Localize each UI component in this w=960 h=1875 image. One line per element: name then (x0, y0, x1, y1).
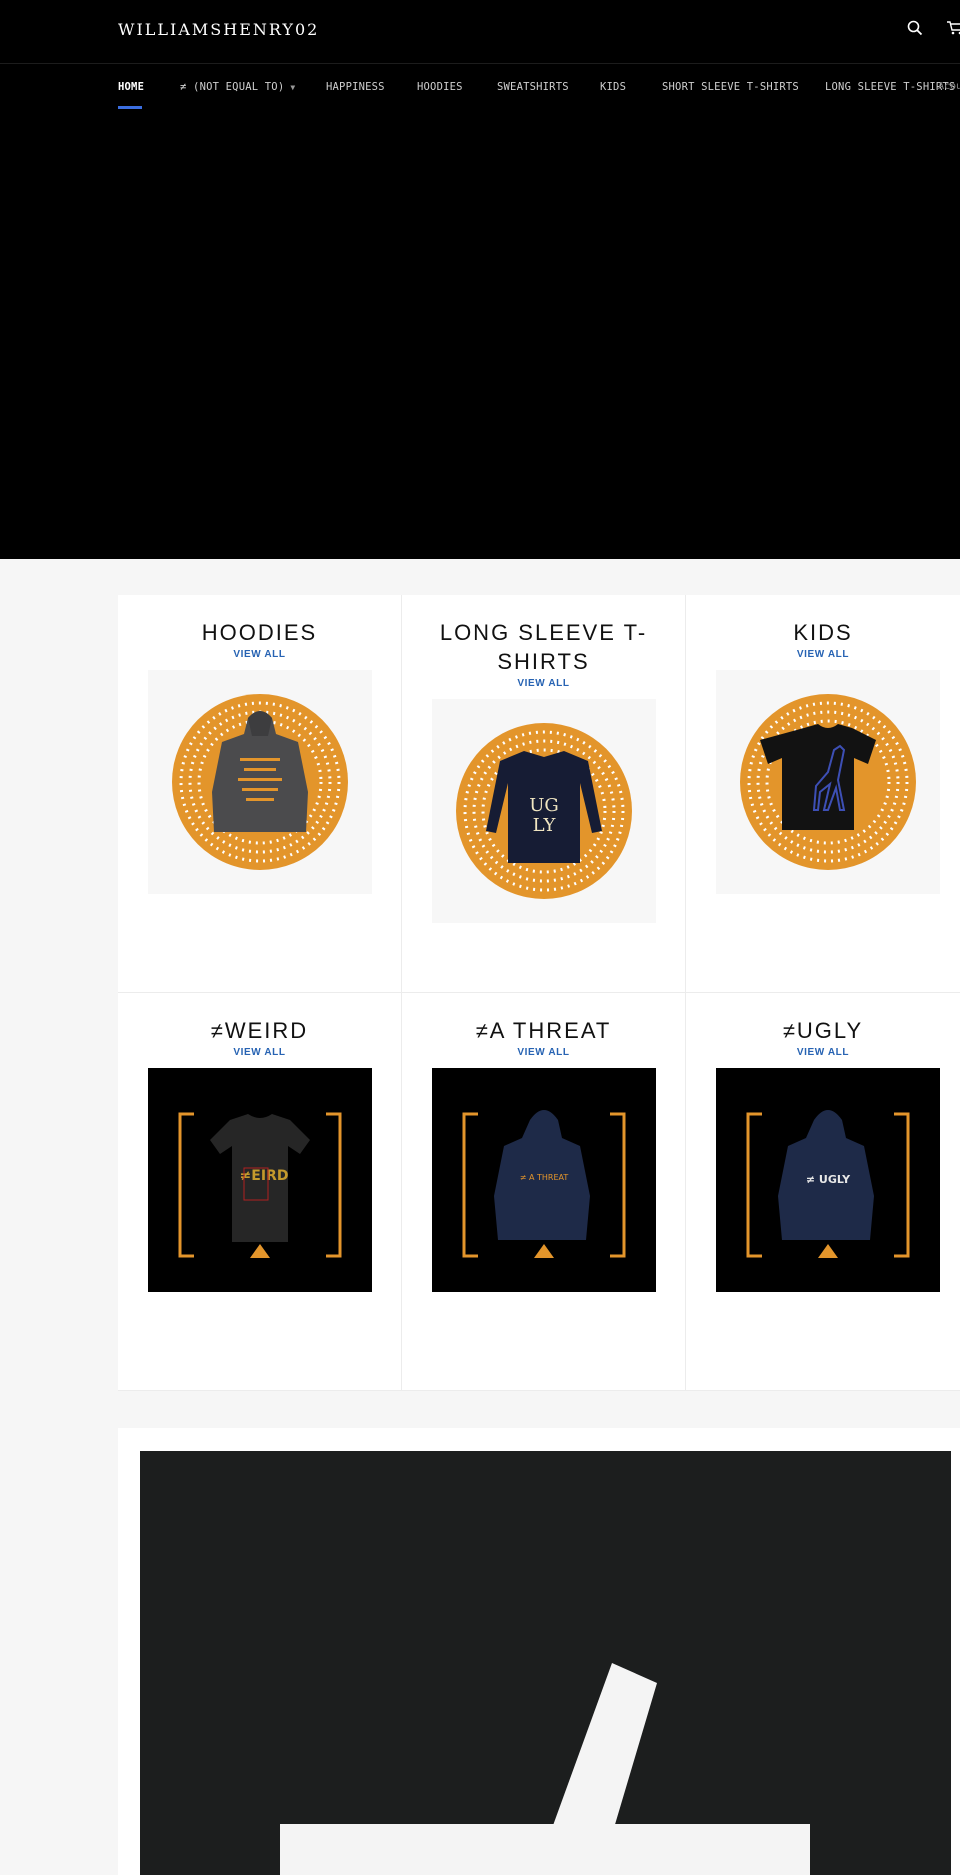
nav-item-long-sleeve-t-shirts[interactable]: LONG SLEEVE T-SHIRTS (825, 81, 955, 93)
nav-overflow-text: Acou (938, 81, 960, 92)
shirt-print-top: UG (529, 795, 559, 816)
collection-title[interactable]: ≠UGLY (686, 1016, 960, 1045)
main-nav: HOME ≠ (NOT EQUAL TO) ▼ HAPPINESS HOODIES… (0, 64, 960, 112)
collection-title[interactable]: HOODIES (118, 618, 401, 647)
nav-item-hoodies[interactable]: HOODIES (417, 81, 463, 93)
collection-grid: HOODIES VIEW ALL LONG SLEEVE T-SHIRTS VI… (118, 595, 960, 1391)
hoodie-print: ≠ A THREAT (520, 1173, 569, 1182)
cart-icon[interactable] (946, 20, 960, 40)
nav-item-short-sleeve-t-shirts[interactable]: SHORT SLEEVE T-SHIRTS (662, 81, 799, 93)
hoodie-print: ≠ UGLY (806, 1173, 851, 1186)
collection-card-weird[interactable]: ≠WEIRD VIEW ALL ≠EIRD (118, 993, 402, 1391)
collection-card-ugly[interactable]: ≠UGLY VIEW ALL ≠ UGLY (686, 993, 960, 1391)
view-all-link[interactable]: VIEW ALL (686, 1047, 960, 1058)
collection-image-ugly[interactable]: ≠ UGLY (716, 1068, 940, 1292)
view-all-link[interactable]: VIEW ALL (402, 1047, 685, 1058)
shirt-print: ≠EIRD (240, 1168, 289, 1184)
collection-image-weird[interactable]: ≠EIRD (148, 1068, 372, 1292)
shirt-print-bottom: LY (533, 815, 557, 836)
collection-card-long-sleeve-t-shirts[interactable]: LONG SLEEVE T-SHIRTS VIEW ALL UG LY (402, 595, 686, 993)
collection-card-hoodies[interactable]: HOODIES VIEW ALL (118, 595, 402, 993)
nav-item-happiness[interactable]: HAPPINESS (326, 81, 385, 93)
search-icon[interactable] (907, 20, 927, 40)
hero-banner (0, 112, 960, 559)
active-nav-indicator (118, 106, 142, 109)
nav-item-kids[interactable]: KIDS (600, 81, 626, 93)
featured-image[interactable] (140, 1451, 951, 1875)
view-all-link[interactable]: VIEW ALL (402, 678, 685, 689)
chevron-down-icon: ▼ (290, 83, 296, 92)
collection-title[interactable]: ≠A THREAT (402, 1016, 685, 1045)
collection-image-kids[interactable] (716, 670, 940, 894)
view-all-link[interactable]: VIEW ALL (118, 649, 401, 660)
nav-item-label: ≠ (NOT EQUAL TO) (180, 81, 285, 93)
collection-image-long-sleeve-t-shirts[interactable]: UG LY (432, 699, 656, 923)
featured-image-section (118, 1428, 960, 1875)
collection-title[interactable]: LONG SLEEVE T-SHIRTS (402, 618, 685, 676)
collection-title[interactable]: ≠WEIRD (118, 1016, 401, 1045)
collection-card-a-threat[interactable]: ≠A THREAT VIEW ALL ≠ A THREAT (402, 993, 686, 1391)
view-all-link[interactable]: VIEW ALL (118, 1047, 401, 1058)
collection-image-a-threat[interactable]: ≠ A THREAT (432, 1068, 656, 1292)
nav-item-not-equal-to[interactable]: ≠ (NOT EQUAL TO) ▼ (180, 81, 295, 93)
not-equal-graphic (280, 1663, 810, 1875)
collection-image-hoodies[interactable] (148, 670, 372, 894)
collection-title[interactable]: KIDS (686, 618, 960, 647)
collection-card-kids[interactable]: KIDS VIEW ALL (686, 595, 960, 993)
site-logo[interactable]: WILLIAMSHENRY02 (118, 20, 319, 39)
site-header: WILLIAMSHENRY02 (0, 0, 960, 64)
view-all-link[interactable]: VIEW ALL (686, 649, 960, 660)
nav-item-home[interactable]: HOME (118, 81, 144, 93)
nav-item-sweatshirts[interactable]: SWEATSHIRTS (497, 81, 569, 93)
